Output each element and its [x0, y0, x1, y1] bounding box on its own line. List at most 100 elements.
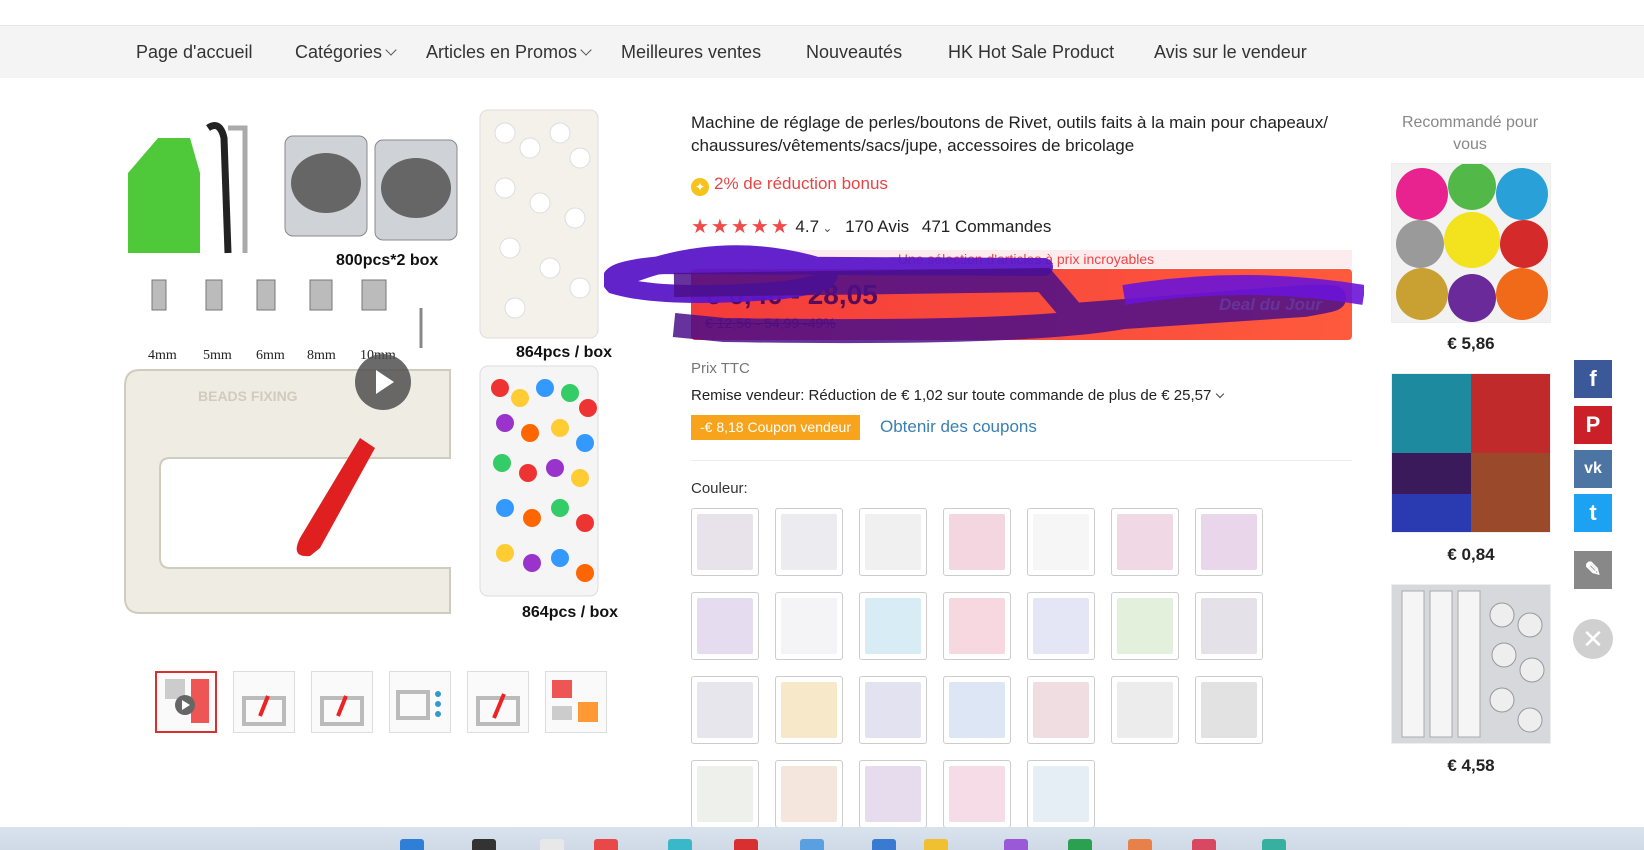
color-swatch-3[interactable] [859, 508, 927, 576]
taskbar-app-icon[interactable] [1192, 839, 1216, 850]
bonus-discount: ✦ 2% de réduction bonus [691, 174, 888, 196]
taskbar-app-icon[interactable] [1128, 839, 1152, 850]
size-label: 8mm [307, 348, 336, 363]
color-swatch-16[interactable] [775, 676, 843, 744]
taskbar-app-icon[interactable] [872, 839, 896, 850]
thumbnail-2[interactable] [233, 671, 295, 733]
nav-hot-sale[interactable]: HK Hot Sale Product [948, 42, 1114, 63]
color-swatch-20[interactable] [1111, 676, 1179, 744]
nav-promos[interactable]: Articles en Promos [426, 42, 592, 63]
swatch-image [781, 682, 837, 738]
orders-count: 471 Commandes [921, 217, 1052, 236]
color-swatch-26[interactable] [1027, 760, 1095, 828]
color-swatch-8[interactable] [691, 592, 759, 660]
taskbar-app-icon[interactable] [668, 839, 692, 850]
color-swatch-14[interactable] [1195, 592, 1263, 660]
star-badge-icon: ✦ [691, 178, 709, 196]
color-swatch-4[interactable] [943, 508, 1011, 576]
taskbar-app-icon[interactable] [924, 839, 948, 850]
original-price: € 12,56 - 54,99 -49% [705, 315, 836, 331]
recommended-price-2: € 0,84 [1447, 545, 1495, 564]
swatch-image [1201, 598, 1257, 654]
nav-home[interactable]: Page d'accueil [136, 42, 253, 63]
reviews-count[interactable]: 170 Avis [845, 217, 909, 236]
recommended-title: Recommandé pour vous [1401, 114, 1539, 153]
color-swatch-13[interactable] [1111, 592, 1179, 660]
color-swatch-19[interactable] [1027, 676, 1095, 744]
color-swatch-24[interactable] [859, 760, 927, 828]
main-product-image[interactable]: 800pcs*2 box 864pcs / box 864pcs / box 4… [120, 108, 640, 653]
color-swatch-18[interactable] [943, 676, 1011, 744]
thumbnail-1[interactable] [155, 671, 217, 733]
color-swatch-23[interactable] [775, 760, 843, 828]
tool-label: BEADS FIXING [198, 388, 298, 404]
nav-categories[interactable]: Catégories [295, 42, 397, 63]
swatch-image [865, 682, 921, 738]
color-swatch-17[interactable] [859, 676, 927, 744]
taskbar-app-icon[interactable] [540, 839, 564, 850]
vk-icon[interactable]: vk [1574, 450, 1612, 488]
taskbar-app-icon[interactable] [1262, 839, 1286, 850]
taskbar-app-icon[interactable] [734, 839, 758, 850]
swatch-image [949, 514, 1005, 570]
chevron-down-icon [580, 44, 592, 56]
color-swatch-21[interactable] [1195, 676, 1263, 744]
color-swatch-10[interactable] [859, 592, 927, 660]
color-swatch-6[interactable] [1111, 508, 1179, 576]
swatch-image [1201, 682, 1257, 738]
taskbar-app-icon[interactable] [594, 839, 618, 850]
rating-value[interactable]: 4.7 [795, 217, 819, 236]
thumbnail-6[interactable] [545, 671, 607, 733]
windows-start-icon[interactable] [400, 839, 424, 850]
size-label: 5mm [203, 348, 232, 363]
color-swatch-1[interactable] [691, 508, 759, 576]
thumbnail-3[interactable] [311, 671, 373, 733]
swatch-image [781, 514, 837, 570]
color-label: Couleur: [691, 480, 748, 497]
color-swatch-5[interactable] [1027, 508, 1095, 576]
price-band: € 6,40 - 28,05 € 12,56 - 54,99 -49% Deal… [691, 269, 1352, 340]
nav-new[interactable]: Nouveautés [806, 42, 902, 63]
swatch-image [865, 766, 921, 822]
recommended-product-3[interactable] [1391, 584, 1551, 744]
color-swatch-9[interactable] [775, 592, 843, 660]
swatch-image [781, 598, 837, 654]
price-tax-note: Prix TTC [691, 360, 750, 377]
seller-discount[interactable]: Remise vendeur: Réduction de € 1,02 sur … [691, 387, 1225, 404]
swatch-image [697, 598, 753, 654]
thumbnail-4[interactable] [389, 671, 451, 733]
facebook-icon[interactable]: f [1574, 360, 1612, 398]
nav-seller-reviews[interactable]: Avis sur le vendeur [1154, 42, 1307, 63]
taskbar-app-icon[interactable] [1004, 839, 1028, 850]
color-swatch-11[interactable] [943, 592, 1011, 660]
recommended-product-1[interactable] [1391, 163, 1551, 323]
deal-of-the-day-label: Deal du Jour [1219, 295, 1322, 314]
color-swatch-12[interactable] [1027, 592, 1095, 660]
twitter-icon[interactable]: t [1574, 494, 1612, 532]
color-swatch-2[interactable] [775, 508, 843, 576]
edit-icon[interactable]: ✎ [1574, 551, 1612, 589]
recommended-product-2[interactable] [1391, 373, 1551, 533]
swatch-image [949, 598, 1005, 654]
taskbar-app-icon[interactable] [800, 839, 824, 850]
swatch-image [1033, 514, 1089, 570]
pinterest-icon[interactable]: P [1574, 406, 1612, 444]
swatch-image [865, 514, 921, 570]
image-caption: 864pcs / box [516, 344, 613, 361]
thumbnail-5[interactable] [467, 671, 529, 733]
top-bar [0, 0, 1644, 26]
color-swatch-22[interactable] [691, 760, 759, 828]
play-video-button[interactable] [355, 354, 411, 410]
swatch-image [697, 766, 753, 822]
color-swatch-7[interactable] [1195, 508, 1263, 576]
swatch-image [1117, 682, 1173, 738]
taskbar-app-icon[interactable] [472, 839, 496, 850]
color-swatch-25[interactable] [943, 760, 1011, 828]
close-icon[interactable]: ✕ [1573, 619, 1613, 659]
nav-best-sellers[interactable]: Meilleures ventes [621, 42, 761, 63]
swatch-image [1117, 514, 1173, 570]
taskbar-app-icon[interactable] [1068, 839, 1092, 850]
price-range: € 6,40 - 28,05 [705, 279, 878, 310]
get-coupons-link[interactable]: Obtenir des coupons [880, 417, 1037, 437]
color-swatch-15[interactable] [691, 676, 759, 744]
